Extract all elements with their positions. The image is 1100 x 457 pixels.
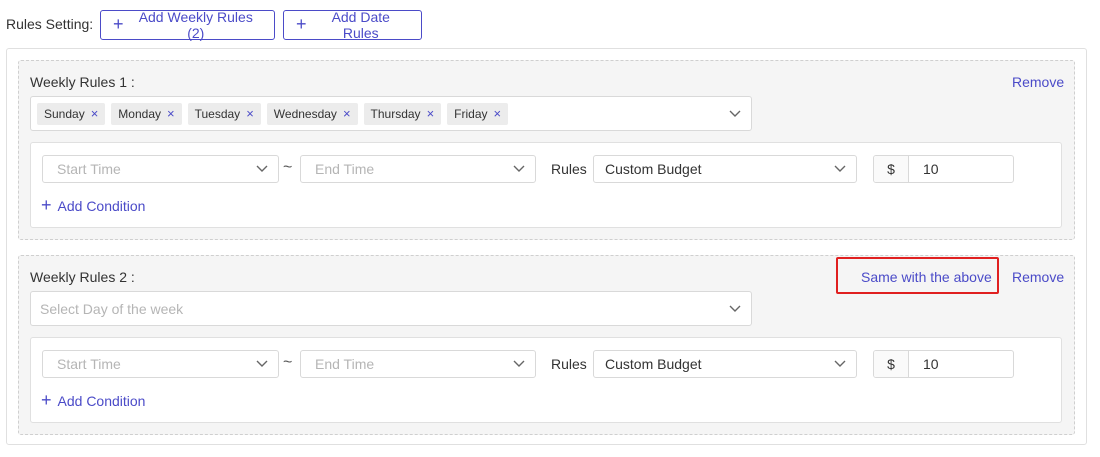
weekly-rule-1-days-select[interactable]: Sunday × Monday × Tuesday × Wednesday × Thur…	[30, 96, 752, 131]
chevron-down-icon	[729, 108, 741, 120]
same-with-above-link[interactable]: Same with the above	[861, 269, 992, 285]
close-icon[interactable]: ×	[427, 106, 435, 121]
rule-type-select[interactable]: Custom Budget	[593, 155, 857, 183]
add-condition-label: Add Condition	[57, 198, 146, 214]
close-icon[interactable]: ×	[494, 106, 502, 121]
add-condition-label: Add Condition	[57, 393, 146, 409]
plus-icon: +	[41, 390, 52, 410]
chevron-down-icon	[256, 360, 268, 368]
close-icon[interactable]: ×	[246, 106, 254, 121]
day-tag: Wednesday ×	[266, 102, 358, 125]
range-separator: ~	[283, 159, 293, 176]
weekly-rule-2-title: Weekly Rules 2 :	[30, 269, 135, 285]
budget-amount-input[interactable]: $ 10	[873, 155, 1014, 183]
rule-type-value: Custom Budget	[605, 356, 702, 372]
day-tag-label: Monday	[118, 106, 161, 121]
add-weekly-rules-button[interactable]: + Add Weekly Rules (2)	[100, 9, 275, 41]
end-time-placeholder: End Time	[315, 161, 375, 177]
day-tag-label: Friday	[454, 106, 488, 121]
start-time-placeholder: Start Time	[57, 161, 121, 177]
day-tag-label: Tuesday	[194, 106, 241, 121]
close-icon[interactable]: ×	[91, 106, 99, 121]
rules-label: Rules	[551, 161, 587, 177]
add-condition-button[interactable]: + Add Condition	[41, 390, 146, 410]
close-icon[interactable]: ×	[167, 106, 175, 121]
weekly-rule-2-days-select[interactable]: Select Day of the week	[30, 291, 752, 326]
add-condition-button[interactable]: + Add Condition	[41, 195, 146, 215]
currency-prefix: $	[874, 351, 909, 377]
close-icon[interactable]: ×	[343, 106, 351, 121]
rule-type-select[interactable]: Custom Budget	[593, 350, 857, 378]
add-date-rules-label: Add Date Rules	[331, 9, 390, 41]
day-tag-label: Thursday	[370, 106, 421, 121]
rules-setting-label: Rules Setting:	[6, 16, 94, 32]
chevron-down-icon	[834, 165, 846, 173]
chevron-down-icon	[513, 165, 525, 173]
plus-icon: +	[113, 14, 124, 34]
range-separator: ~	[283, 354, 293, 371]
chevron-down-icon	[729, 303, 741, 315]
day-tag: Thursday ×	[363, 102, 442, 125]
day-tag-label: Sunday	[44, 106, 85, 121]
chevron-down-icon	[834, 360, 846, 368]
add-date-rules-button[interactable]: + Add Date Rules	[283, 9, 422, 41]
end-time-placeholder: End Time	[315, 356, 375, 372]
chevron-down-icon	[513, 360, 525, 368]
weekly-rule-1-title: Weekly Rules 1 :	[30, 74, 135, 90]
add-weekly-rules-label: Add Weekly Rules (2)	[138, 9, 253, 41]
day-tag-label: Wednesday	[273, 106, 337, 121]
plus-icon: +	[296, 14, 307, 34]
chevron-down-icon	[256, 165, 268, 173]
currency-prefix: $	[874, 156, 909, 182]
end-time-select[interactable]: End Time	[300, 155, 536, 183]
start-time-select[interactable]: Start Time	[42, 155, 279, 183]
day-tag: Monday ×	[111, 102, 182, 125]
end-time-select[interactable]: End Time	[300, 350, 536, 378]
day-tag: Tuesday ×	[187, 102, 261, 125]
budget-amount-value[interactable]: 10	[909, 351, 939, 377]
weekly-rule-1-remove-link[interactable]: Remove	[1012, 74, 1064, 90]
plus-icon: +	[41, 195, 52, 215]
start-time-placeholder: Start Time	[57, 356, 121, 372]
rules-label: Rules	[551, 356, 587, 372]
day-tag: Sunday ×	[37, 102, 106, 125]
day-select-placeholder: Select Day of the week	[40, 300, 184, 317]
rule-type-value: Custom Budget	[605, 161, 702, 177]
day-tag: Friday ×	[447, 102, 509, 125]
start-time-select[interactable]: Start Time	[42, 350, 279, 378]
weekly-rule-2-remove-link[interactable]: Remove	[1012, 269, 1064, 285]
budget-amount-value[interactable]: 10	[909, 156, 939, 182]
budget-amount-input[interactable]: $ 10	[873, 350, 1014, 378]
